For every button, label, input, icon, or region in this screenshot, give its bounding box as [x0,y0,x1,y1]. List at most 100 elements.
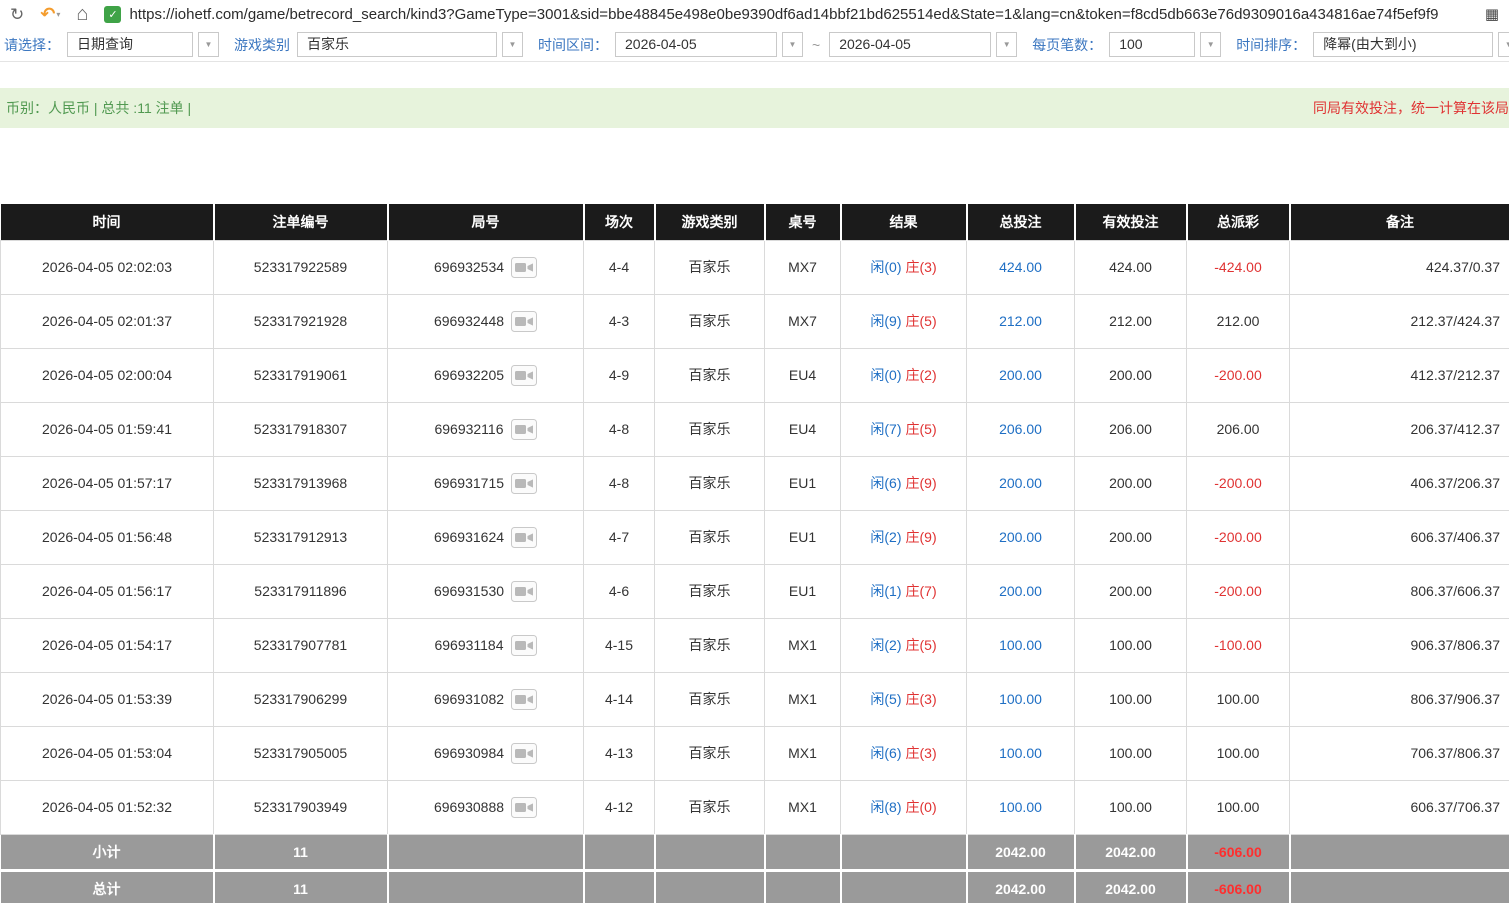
cell-session: 4-8 [584,456,655,510]
home-icon[interactable]: ⌂ [76,4,88,24]
bet-record-table: 时间 注单编号 局号 场次 游戏类别 桌号 结果 总投注 有效投注 总派彩 备注… [0,204,1509,903]
page-size-value[interactable]: 100 [1109,32,1195,57]
cell-note: 906.37/806.37 [1290,618,1509,672]
result-player: 闲(5) [870,691,901,707]
reload-icon[interactable]: ↻ [10,6,24,23]
date-from-dropdown-arrow[interactable]: ▼ [782,32,803,57]
replay-video-icon[interactable] [511,581,537,602]
game-type-label: 游戏类别 [234,35,290,55]
game-type-dropdown[interactable]: 百家乐 ▼ [297,32,523,57]
sort-dropdown-arrow[interactable]: ▼ [1498,32,1509,57]
query-type-label: 请选择： [4,35,60,55]
cell-result: 闲(7)庄(5) [841,402,967,456]
replay-video-icon[interactable] [511,473,537,494]
cell-session: 4-8 [584,402,655,456]
header-total-bet: 总投注 [967,204,1075,240]
replay-video-icon[interactable] [511,527,537,548]
cell-time: 2026-04-05 01:53:39 [1,672,214,726]
replay-video-icon[interactable] [511,365,537,386]
date-from-value[interactable]: 2026-04-05 [615,32,777,57]
cell-round: 696931624 [388,510,584,564]
page-size-dropdown-arrow[interactable]: ▼ [1200,32,1221,57]
date-from-picker[interactable]: 2026-04-05 ▼ [615,32,803,57]
cell-session: 4-6 [584,564,655,618]
table-footer: 小计 11 2042.00 2042.00 -606.00 总计 11 2042… [1,834,1509,903]
cell-table: MX1 [765,618,841,672]
date-to-picker[interactable]: 2026-04-05 ▼ [829,32,1017,57]
cell-session: 4-7 [584,510,655,564]
table-row: 2026-04-05 01:57:17 523317913968 6969317… [1,456,1509,510]
sort-dropdown[interactable]: 降幂(由大到小) ▼ [1313,32,1509,57]
cell-note: 424.37/0.37 [1290,240,1509,294]
replay-video-icon[interactable] [511,419,537,440]
cell-game-type: 百家乐 [655,510,765,564]
cell-note: 206.37/412.37 [1290,402,1509,456]
cell-table: EU4 [765,402,841,456]
round-number: 696931530 [434,583,504,599]
game-type-value[interactable]: 百家乐 [297,32,497,57]
cell-total-bet: 200.00 [967,564,1075,618]
valid-bet-notice-text: 同局有效投注，统一计算在该局 [1313,98,1509,118]
cell-game-type: 百家乐 [655,294,765,348]
cell-total-bet: 206.00 [967,402,1075,456]
cell-valid-bet: 100.00 [1075,618,1187,672]
replay-video-icon[interactable] [511,257,537,278]
cell-total-bet: 200.00 [967,510,1075,564]
total-bet-link[interactable]: 206.00 [999,421,1042,437]
cell-game-type: 百家乐 [655,348,765,402]
total-bet-link[interactable]: 100.00 [999,691,1042,707]
query-type-dropdown-arrow[interactable]: ▼ [198,32,219,57]
table-row: 2026-04-05 02:01:37 523317921928 6969324… [1,294,1509,348]
cell-session: 4-14 [584,672,655,726]
replay-video-icon[interactable] [511,689,537,710]
total-bet-link[interactable]: 100.00 [999,637,1042,653]
result-banker: 庄(2) [906,367,937,383]
cell-result: 闲(2)庄(5) [841,618,967,672]
replay-video-icon[interactable] [511,635,537,656]
page-size-dropdown[interactable]: 100 ▼ [1109,32,1221,57]
replay-video-icon[interactable] [511,311,537,332]
address-bar[interactable]: ✓ https://iohetf.com/game/betrecord_sear… [104,5,1499,23]
total-payout: -606.00 [1187,870,1290,903]
round-number: 696931624 [434,529,504,545]
chevron-down-icon: ▼ [1207,41,1215,49]
total-bet-link[interactable]: 200.00 [999,529,1042,545]
query-type-group: 请选择： 日期查询 ▼ [4,32,219,57]
replay-video-icon[interactable] [511,743,537,764]
date-to-dropdown-arrow[interactable]: ▼ [996,32,1017,57]
total-bet-link[interactable]: 100.00 [999,799,1042,815]
cell-valid-bet: 100.00 [1075,726,1187,780]
date-separator: ~ [812,37,820,53]
qr-code-icon[interactable]: ▦ [1485,5,1499,23]
cell-time: 2026-04-05 02:01:37 [1,294,214,348]
cell-valid-bet: 200.00 [1075,348,1187,402]
total-row: 总计 11 2042.00 2042.00 -606.00 [1,870,1509,903]
sort-value[interactable]: 降幂(由大到小) [1313,32,1493,57]
date-to-value[interactable]: 2026-04-05 [829,32,991,57]
site-security-badge-icon[interactable]: ✓ [104,6,121,23]
replay-video-icon[interactable] [511,797,537,818]
cell-result: 闲(5) 庄(3) [841,672,967,726]
game-type-dropdown-arrow[interactable]: ▼ [502,32,523,57]
game-type-group: 游戏类别 百家乐 ▼ [234,32,523,57]
total-bet-link[interactable]: 424.00 [999,259,1042,275]
total-bet-link[interactable]: 212.00 [999,313,1042,329]
query-type-dropdown[interactable]: 日期查询 ▼ [67,32,219,57]
cell-bet-id: 523317912913 [214,510,388,564]
cell-time: 2026-04-05 02:00:04 [1,348,214,402]
total-bet-link[interactable]: 200.00 [999,475,1042,491]
back-button[interactable]: ↶ ▾ [40,5,60,23]
cell-session: 4-3 [584,294,655,348]
query-type-value[interactable]: 日期查询 [67,32,193,57]
result-banker: 庄(3) [906,691,937,707]
total-bet-link[interactable]: 200.00 [999,367,1042,383]
table-row: 2026-04-05 01:52:32 523317903949 6969308… [1,780,1509,834]
round-number: 696930888 [434,799,504,815]
total-bet-link[interactable]: 100.00 [999,745,1042,761]
url-text[interactable]: https://iohetf.com/game/betrecord_search… [129,6,1470,23]
total-bet-link[interactable]: 200.00 [999,583,1042,599]
cell-bet-id: 523317921928 [214,294,388,348]
result-player: 闲(8) [870,799,901,815]
back-history-caret-icon[interactable]: ▾ [56,10,60,19]
back-icon[interactable]: ↶ [40,5,55,23]
